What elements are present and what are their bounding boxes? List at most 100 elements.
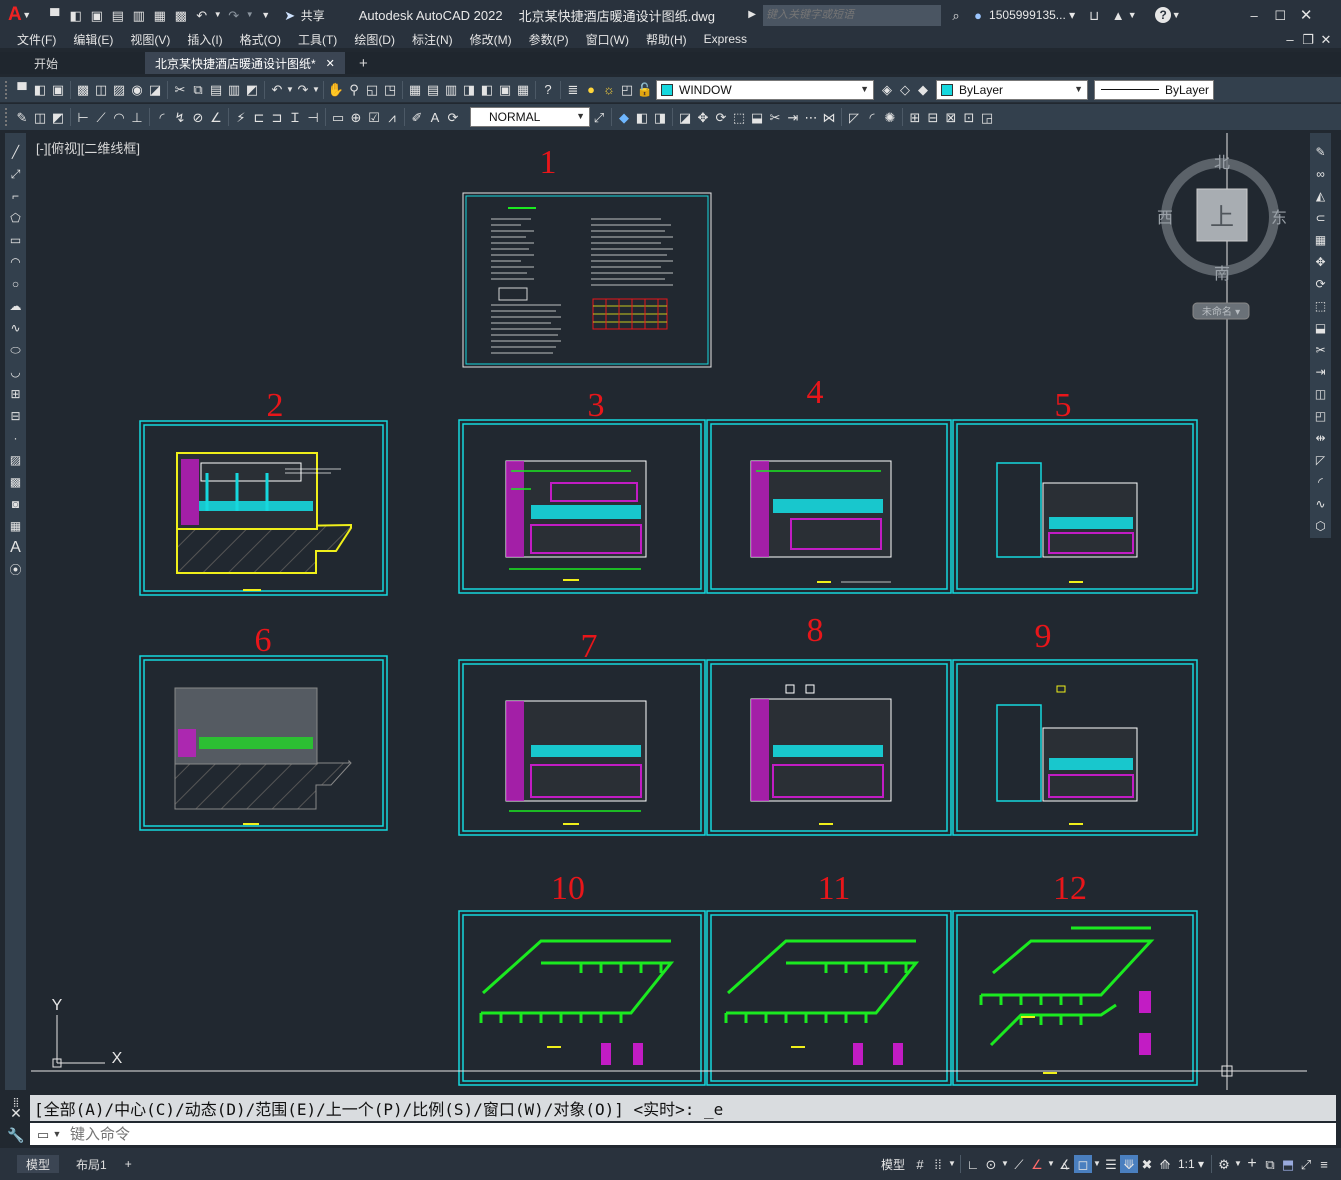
save-icon[interactable]: ▣ [88, 6, 106, 24]
markup-icon[interactable]: ◧ [478, 81, 496, 99]
sheet-floor-plan[interactable] [750, 460, 892, 583]
chamfer-icon[interactable]: ◸ [845, 108, 863, 126]
color-select[interactable]: ByLayer ▼ [936, 79, 1088, 100]
publish-icon[interactable]: ▨ [110, 81, 128, 99]
dim-edit-icon[interactable]: ✐ [408, 108, 426, 126]
command-input-bar[interactable]: ▭ ▼ [30, 1123, 1336, 1145]
sheet-floor-plan[interactable] [750, 684, 892, 825]
new-file-icon[interactable]: ▀ [46, 6, 64, 24]
arc-length-icon[interactable]: ◠ [110, 108, 128, 126]
insert-block-icon[interactable]: ⊞ [906, 108, 924, 126]
make-current-layer-icon[interactable]: ◈ [878, 81, 896, 99]
snap-dropdown-icon[interactable]: ▼ [947, 1155, 957, 1173]
circle-icon[interactable]: ○ [7, 275, 25, 293]
polyline-icon[interactable]: ⌐ [7, 187, 25, 205]
cut-icon[interactable]: ✂ [171, 81, 189, 99]
lineweight-dropdown-icon[interactable]: ▼ [1092, 1155, 1102, 1173]
block-editor-icon[interactable]: ◩ [243, 81, 261, 99]
close-tab-icon[interactable]: ✕ [326, 57, 335, 70]
fillet-icon[interactable]: ◜ [863, 108, 881, 126]
user-icon[interactable]: ● [969, 6, 987, 24]
annotation-visibility-icon[interactable]: ✖ [1138, 1155, 1156, 1173]
tab-drawing[interactable]: 北京某快捷酒店暖通设计图纸* ✕ [145, 52, 345, 74]
array-icon[interactable]: ▦ [1312, 231, 1330, 249]
ortho-icon[interactable]: ∟ [964, 1155, 982, 1173]
close-command-icon[interactable]: ✕ [7, 1104, 25, 1122]
edit-icon[interactable]: ✎ [13, 108, 31, 126]
sheet-floor-plan[interactable] [174, 687, 352, 825]
doc-minimize-icon[interactable]: – [1281, 30, 1299, 48]
3d-print-icon[interactable]: ◉ [128, 81, 146, 99]
customize-command-icon[interactable]: 🔧 [7, 1126, 25, 1144]
tolerance-icon[interactable]: ▭ [329, 108, 347, 126]
angular-dim-icon[interactable]: ∠ [207, 108, 225, 126]
layer-properties-icon[interactable]: ≣ [564, 81, 582, 99]
design-center-icon[interactable]: ▤ [424, 81, 442, 99]
region-icon[interactable]: ◙ [7, 495, 25, 513]
undo-icon[interactable]: ↶ [268, 81, 286, 99]
search-icon[interactable]: ⌕ [947, 6, 965, 24]
dim-update-icon[interactable]: ⟳ [444, 108, 462, 126]
layers-icon[interactable]: ◩ [49, 108, 67, 126]
calculator-icon[interactable]: ▦ [514, 81, 532, 99]
layer-lock-icon[interactable]: 🔓 [636, 81, 654, 99]
app-dropdown-icon[interactable]: ▼ [1127, 6, 1137, 24]
menu-edit[interactable]: 编辑(E) [73, 31, 113, 48]
extend-icon[interactable]: ⇥ [1312, 363, 1330, 381]
doc-close-icon[interactable]: ✕ [1317, 30, 1335, 48]
sheet-floor-plan[interactable] [996, 685, 1138, 825]
clean-screen-icon[interactable]: ⤢ [1297, 1155, 1315, 1173]
sheet-set-icon[interactable]: ◨ [460, 81, 478, 99]
make-block-icon[interactable]: ⊟ [7, 407, 25, 425]
viewcube-east[interactable]: 东 [1271, 208, 1287, 227]
viewcube[interactable]: 上 北 南 西 东 未命名 ▾ [1157, 153, 1287, 320]
menu-window[interactable]: 窗口(W) [586, 31, 629, 48]
insert-block-icon[interactable]: ⊞ [7, 385, 25, 403]
scale-icon[interactable]: ⬚ [1312, 297, 1330, 315]
isolate-objects-icon[interactable]: ⧉ [1261, 1155, 1279, 1173]
chevron-right-icon[interactable]: ▶ [743, 6, 761, 24]
model-space-button[interactable]: 模型 [881, 1156, 905, 1173]
menu-modify[interactable]: 修改(M) [470, 31, 512, 48]
app-logo[interactable]: A [8, 4, 22, 26]
menu-format[interactable]: 格式(O) [240, 31, 281, 48]
sheet-floor-plan[interactable] [176, 452, 352, 591]
copy-icon[interactable]: ⧉ [189, 81, 207, 99]
polar-dropdown-icon[interactable]: ▼ [1000, 1155, 1010, 1173]
stretch-icon[interactable]: ⬓ [748, 108, 766, 126]
break-at-point-icon[interactable]: ◫ [1312, 385, 1330, 403]
stretch-icon[interactable]: ⬓ [1312, 319, 1330, 337]
offset-icon[interactable]: ⊂ [1312, 209, 1330, 227]
dim-style-icon[interactable]: ⤢ [590, 108, 608, 126]
sheet-notes[interactable] [462, 192, 712, 368]
wcs-menu[interactable]: 未命名 ▾ [1202, 305, 1240, 318]
layer-select[interactable]: WINDOW ▼ [656, 79, 874, 100]
rectangle-icon[interactable]: ▭ [7, 231, 25, 249]
grid-icon[interactable]: # [911, 1155, 929, 1173]
command-icon[interactable]: ▭ [34, 1125, 52, 1143]
array-icon[interactable]: ◪ [676, 108, 694, 126]
dim-text-edit-icon[interactable]: A [426, 108, 444, 126]
erase-icon[interactable]: ✎ [1312, 143, 1330, 161]
arc-icon[interactable]: ◠ [7, 253, 25, 271]
maximize-icon[interactable]: ☐ [1271, 6, 1289, 24]
polygon-icon[interactable]: ⬠ [7, 209, 25, 227]
dim-space-icon[interactable]: Ɪ [286, 108, 304, 126]
menu-help[interactable]: 帮助(H) [646, 31, 687, 48]
block-attr-icon[interactable]: ◲ [978, 108, 996, 126]
trim-icon[interactable]: ✂ [766, 108, 784, 126]
revision-cloud-icon[interactable]: ☁ [7, 297, 25, 315]
new-tab-button[interactable]: + [349, 52, 378, 74]
search-input[interactable] [763, 4, 942, 26]
menu-file[interactable]: 文件(F) [17, 31, 56, 48]
layer-sun-icon[interactable]: ☼ [600, 81, 618, 99]
center-mark-icon[interactable]: ⊕ [347, 108, 365, 126]
wblock-icon[interactable]: ⊠ [942, 108, 960, 126]
block-icon[interactable]: ▣ [496, 81, 514, 99]
menu-insert[interactable]: 插入(I) [187, 31, 222, 48]
open-icon[interactable]: ◧ [31, 81, 49, 99]
save-icon[interactable]: ▣ [49, 81, 67, 99]
blend-icon[interactable]: ∿ [1312, 495, 1330, 513]
cart-icon[interactable]: ⊔ [1085, 6, 1103, 24]
sheet-system-diagram[interactable] [724, 939, 920, 1023]
